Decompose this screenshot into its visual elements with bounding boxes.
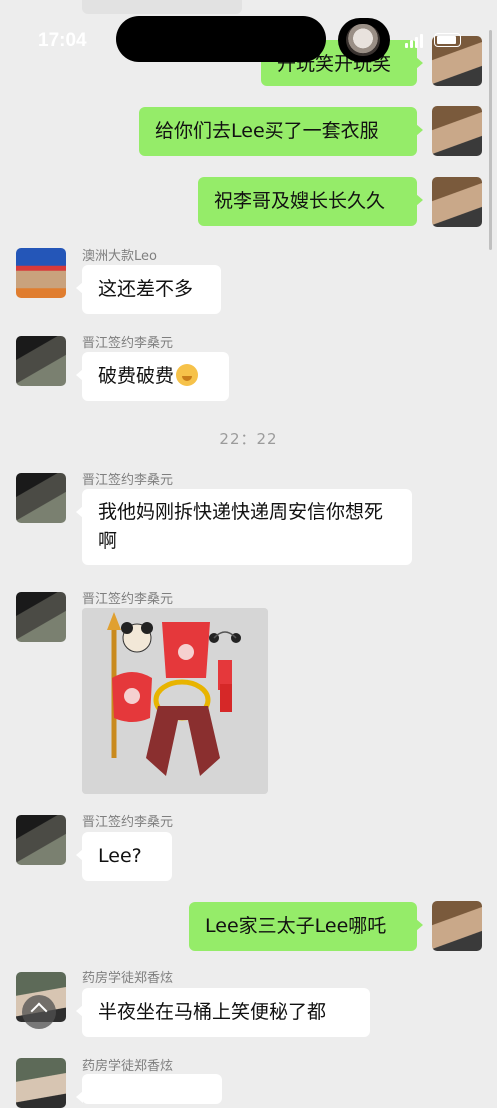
contact-avatar[interactable] xyxy=(16,592,66,642)
contact-avatar[interactable] xyxy=(16,473,66,523)
sender-name: 澳洲大款Leo xyxy=(82,249,157,264)
sender-name: 药房学徒郑香炫 xyxy=(82,971,174,986)
sender-name: 药房学徒郑香炫 xyxy=(82,1059,174,1074)
battery-icon xyxy=(434,33,461,47)
message-bubble-self[interactable]: Lee家三太子Lee哪吒 xyxy=(189,902,423,951)
contact-avatar[interactable] xyxy=(16,1058,66,1108)
nezha-costume-photo xyxy=(82,608,268,794)
sender-name: 晋江签约李桑元 xyxy=(82,815,174,830)
dynamic-island xyxy=(116,16,326,62)
message-bubble-other[interactable]: 这还差不多 xyxy=(76,265,221,314)
signal-icon xyxy=(405,34,427,48)
sender-name: 晋江签约李桑元 xyxy=(82,592,174,607)
sender-name: 晋江签约李桑元 xyxy=(82,473,174,488)
smiling-emoji-icon xyxy=(176,364,199,386)
self-avatar[interactable] xyxy=(432,177,482,227)
sender-name: 晋江签约李桑元 xyxy=(82,336,174,351)
message-bubble-other[interactable]: 破费破费 xyxy=(76,352,229,401)
message-bubble-self[interactable]: 祝李哥及嫂长长久久 xyxy=(198,177,423,226)
contact-avatar[interactable] xyxy=(16,336,66,386)
scroll-to-top-button[interactable] xyxy=(22,995,56,1029)
message-bubble-other[interactable]: 我他妈刚拆快递快递周安信你想死啊 xyxy=(76,489,412,565)
album-art-icon xyxy=(346,24,380,56)
self-avatar[interactable] xyxy=(432,106,482,156)
contact-avatar[interactable] xyxy=(16,248,66,298)
now-playing-indicator[interactable] xyxy=(338,18,390,62)
message-text: 破费破费 xyxy=(98,365,175,387)
message-bubble-other[interactable]: Lee? xyxy=(76,832,172,881)
timestamp-separator: 22：22 xyxy=(219,430,278,448)
chevron-up-icon xyxy=(30,1002,48,1020)
contact-avatar[interactable] xyxy=(16,815,66,865)
message-bubble-other[interactable] xyxy=(76,1074,222,1104)
self-avatar[interactable] xyxy=(432,901,482,951)
message-bubble-self[interactable]: 给你们去Lee买了一套衣服 xyxy=(139,107,423,156)
status-time: 17:04 xyxy=(38,30,87,51)
message-bubble-other[interactable]: 半夜坐在马桶上笑便秘了都 xyxy=(76,988,370,1037)
status-bar: 17:04 xyxy=(0,0,497,80)
message-image-costume[interactable] xyxy=(82,608,268,794)
